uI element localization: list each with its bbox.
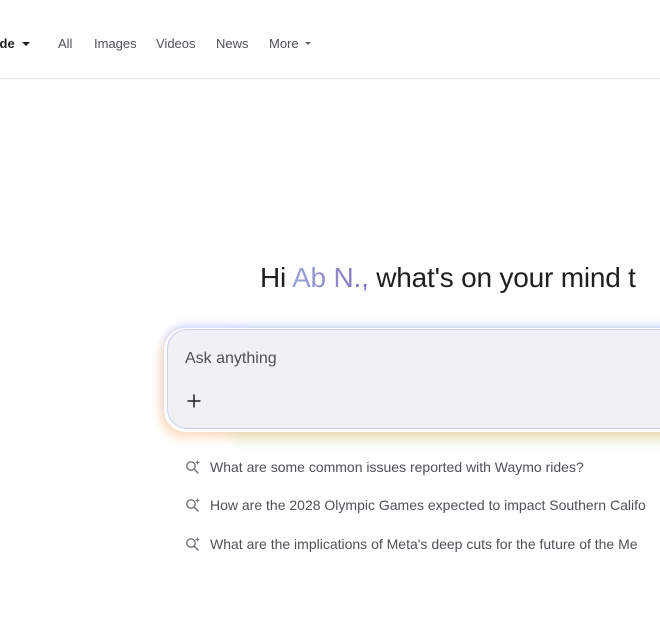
search-sparkle-icon bbox=[186, 498, 200, 512]
suggestion-text: What are the implications of Meta's deep… bbox=[210, 536, 638, 552]
nav-ai-mode[interactable]: lode bbox=[0, 36, 30, 52]
caret-down-icon bbox=[304, 42, 311, 46]
suggestion-text: What are some common issues reported wit… bbox=[210, 459, 584, 475]
nav-more-label: More bbox=[269, 36, 299, 51]
nav-videos[interactable]: Videos bbox=[156, 36, 196, 52]
greeting-suffix: what's on your mind t bbox=[368, 262, 636, 293]
nav-ai-mode-label: lode bbox=[0, 36, 15, 51]
prompt-input[interactable] bbox=[185, 349, 585, 369]
nav-images[interactable]: Images bbox=[94, 36, 137, 52]
search-sparkle-icon bbox=[186, 537, 200, 551]
nav-more[interactable]: More bbox=[269, 36, 311, 52]
nav-news[interactable]: News bbox=[216, 36, 249, 52]
suggestion-text: How are the 2028 Olympic Games expected … bbox=[210, 497, 646, 513]
greeting-prefix: Hi bbox=[260, 262, 293, 293]
add-button[interactable] bbox=[184, 391, 204, 411]
greeting-user-name: Ab N., bbox=[292, 262, 369, 293]
plus-icon bbox=[187, 394, 201, 408]
top-nav: lode All Images Videos News More bbox=[0, 0, 660, 79]
caret-down-icon bbox=[21, 41, 30, 46]
greeting-heading: Hi Ab N., what's on your mind t bbox=[260, 258, 636, 298]
page: lode All Images Videos News More Hi Ab N… bbox=[0, 0, 660, 628]
prompt-box[interactable] bbox=[167, 329, 660, 429]
search-sparkle-icon bbox=[186, 460, 200, 474]
nav-all[interactable]: All bbox=[58, 36, 72, 52]
